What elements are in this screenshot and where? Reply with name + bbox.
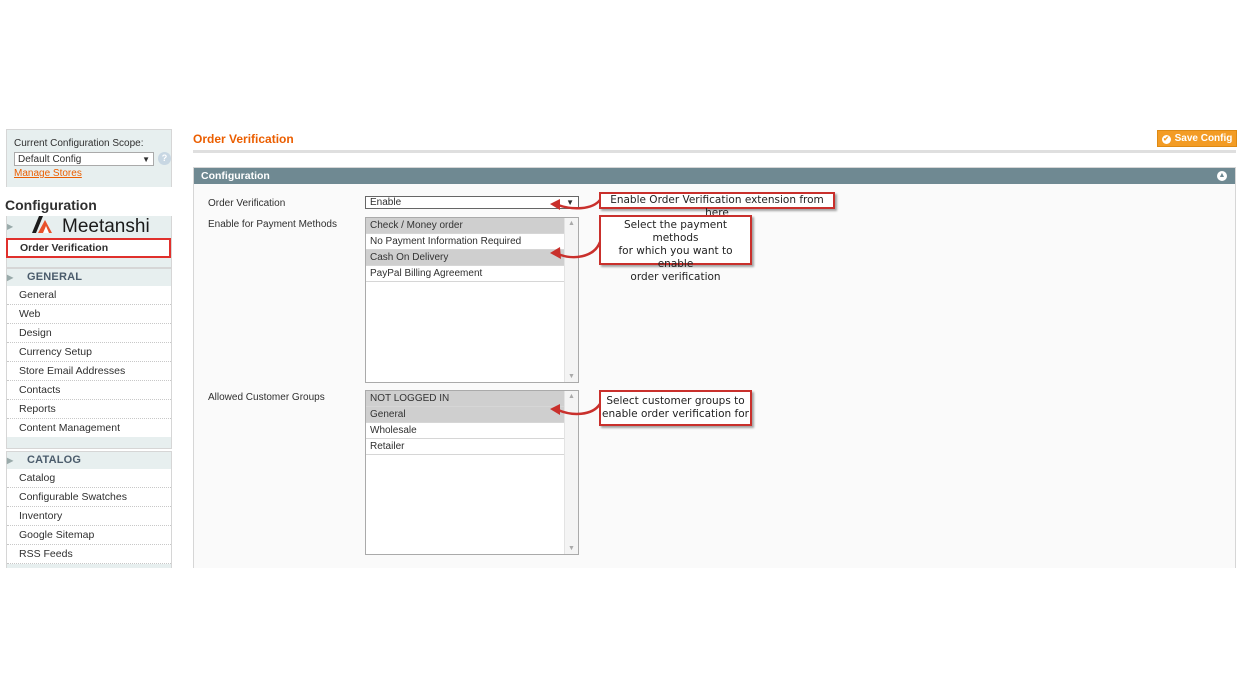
caret-right-icon: ▶ bbox=[7, 456, 14, 465]
option-retailer[interactable]: Retailer bbox=[366, 439, 565, 455]
checkmark-icon: ✔ bbox=[1161, 135, 1171, 144]
callout-arrow-2 bbox=[550, 241, 602, 259]
callout-text: Select the payment methods bbox=[623, 219, 728, 244]
order-verification-label: Order Verification bbox=[208, 198, 286, 209]
brand-name: Meetanshi bbox=[62, 216, 150, 237]
sidebar-item-label: Order Verification bbox=[20, 242, 109, 254]
sidebar-item-content-management[interactable]: Content Management bbox=[7, 419, 171, 437]
save-config-label: Save Config bbox=[1174, 133, 1233, 144]
scope-select-value: Default Config bbox=[18, 154, 82, 165]
sidebar-item-label: Content Management bbox=[19, 422, 120, 434]
sidebar-item-label: RSS Feeds bbox=[19, 548, 73, 560]
sidebar-item-reports[interactable]: Reports bbox=[7, 400, 171, 419]
payment-methods-label: Enable for Payment Methods bbox=[208, 219, 337, 230]
meetanshi-logo-icon bbox=[32, 216, 58, 239]
callout-arrow-3 bbox=[550, 403, 602, 416]
sidebar-item-label: Catalog bbox=[19, 472, 56, 484]
order-verification-select[interactable]: Enable ▼ bbox=[365, 196, 579, 209]
option-check-money-order[interactable]: Check / Money order bbox=[366, 218, 565, 234]
option-general[interactable]: General bbox=[366, 407, 565, 423]
sidebar-group-label: CATALOG bbox=[27, 454, 82, 466]
callout-text: order verification bbox=[630, 271, 721, 283]
help-icon[interactable]: ? bbox=[158, 152, 171, 165]
scroll-up-icon[interactable]: ▲ bbox=[568, 393, 575, 400]
scroll-down-icon[interactable]: ▼ bbox=[568, 373, 575, 380]
sidebar-item-configurable-swatches[interactable]: Configurable Swatches bbox=[7, 488, 171, 507]
customer-groups-multiselect[interactable]: NOT LOGGED IN General Wholesale Retailer… bbox=[365, 390, 579, 555]
sidebar-item-contacts[interactable]: Contacts bbox=[7, 381, 171, 400]
scroll-up-icon[interactable]: ▲ bbox=[568, 220, 575, 227]
sidebar-item-label: Web bbox=[19, 308, 41, 320]
sidebar-group-label: GENERAL bbox=[27, 271, 83, 283]
sidebar-item-label: Store Email Addresses bbox=[19, 365, 126, 377]
callout-arrow-1 bbox=[550, 199, 601, 210]
payment-methods-multiselect[interactable]: Check / Money order No Payment Informati… bbox=[365, 217, 579, 383]
page-title: Order Verification bbox=[193, 132, 294, 146]
scope-label: Current Configuration Scope: bbox=[14, 138, 144, 149]
scope-switcher: Current Configuration Scope: Default Con… bbox=[6, 129, 172, 187]
sidebar-item-google-sitemap[interactable]: Google Sitemap bbox=[7, 526, 171, 545]
callout-payment-methods: Select the payment methods for which you… bbox=[599, 215, 752, 283]
callout-order-verification: Enable Order Verification extension from… bbox=[599, 192, 835, 219]
save-config-button[interactable]: ✔ Save Config bbox=[1157, 130, 1237, 147]
option-not-logged-in[interactable]: NOT LOGGED IN bbox=[366, 391, 565, 407]
option-paypal-billing[interactable]: PayPal Billing Agreement bbox=[366, 266, 565, 282]
option-wholesale[interactable]: Wholesale bbox=[366, 423, 565, 439]
sidebar-item-inventory[interactable]: Inventory bbox=[7, 507, 171, 526]
sidebar-item-general[interactable]: General bbox=[7, 286, 171, 305]
sidebar-item-web[interactable]: Web bbox=[7, 305, 171, 324]
caret-right-icon: ▶ bbox=[7, 222, 14, 231]
sidebar-item-label: Design bbox=[19, 327, 52, 339]
sidebar-catalog-section: ▶ CATALOG Catalog Configurable Swatches … bbox=[6, 451, 172, 568]
sidebar-item-rss-feeds[interactable]: RSS Feeds bbox=[7, 545, 171, 564]
sidebar-brand-section: ▶ Meetanshi Order Verification bbox=[6, 216, 172, 268]
sidebar-item-store-email-addresses[interactable]: Store Email Addresses bbox=[7, 362, 171, 381]
sidebar-item-label: Google Sitemap bbox=[19, 529, 95, 541]
sidebar-item-design[interactable]: Design bbox=[7, 324, 171, 343]
caret-right-icon: ▶ bbox=[7, 273, 14, 282]
sidebar-title: Configuration bbox=[5, 197, 97, 213]
scroll-down-icon[interactable]: ▼ bbox=[568, 545, 575, 552]
customer-groups-label: Allowed Customer Groups bbox=[208, 392, 325, 403]
section-header[interactable]: Configuration ▲ bbox=[194, 168, 1235, 184]
option-no-payment-info[interactable]: No Payment Information Required bbox=[366, 234, 565, 250]
sidebar-item-label: General bbox=[19, 289, 57, 301]
sidebar-item-order-verification[interactable]: Order Verification bbox=[6, 238, 171, 258]
order-verification-value: Enable bbox=[370, 197, 402, 208]
sidebar-group-general[interactable]: ▶ GENERAL bbox=[7, 268, 171, 286]
manage-stores-link[interactable]: Manage Stores bbox=[14, 168, 82, 179]
callout-text: Select customer groups to bbox=[606, 395, 745, 407]
sidebar-item-label: Configurable Swatches bbox=[19, 491, 127, 503]
sidebar-item-currency-setup[interactable]: Currency Setup bbox=[7, 343, 171, 362]
sidebar-item-label: Inventory bbox=[19, 510, 63, 522]
sidebar-item-label: Contacts bbox=[19, 384, 61, 396]
collapse-icon[interactable]: ▲ bbox=[1217, 171, 1227, 181]
chevron-down-icon: ▼ bbox=[142, 155, 150, 164]
sidebar-item-label: Reports bbox=[19, 403, 56, 415]
sidebar-item-catalog[interactable]: Catalog bbox=[7, 469, 171, 488]
sidebar-brand-header[interactable]: ▶ Meetanshi bbox=[7, 216, 171, 238]
callout-text: for which you want to enable bbox=[618, 245, 733, 270]
sidebar-general-section: ▶ GENERAL General Web Design Currency Se… bbox=[6, 268, 172, 449]
callout-customer-groups: Select customer groups to enable order v… bbox=[599, 390, 752, 426]
callout-text: enable order verification for bbox=[602, 408, 749, 420]
sidebar-group-catalog[interactable]: ▶ CATALOG bbox=[7, 451, 171, 469]
section-title: Configuration bbox=[201, 170, 270, 182]
option-cash-on-delivery[interactable]: Cash On Delivery bbox=[366, 250, 565, 266]
scope-select[interactable]: Default Config ▼ bbox=[14, 152, 154, 166]
sidebar-item-label: Currency Setup bbox=[19, 346, 92, 358]
title-divider bbox=[193, 150, 1236, 153]
